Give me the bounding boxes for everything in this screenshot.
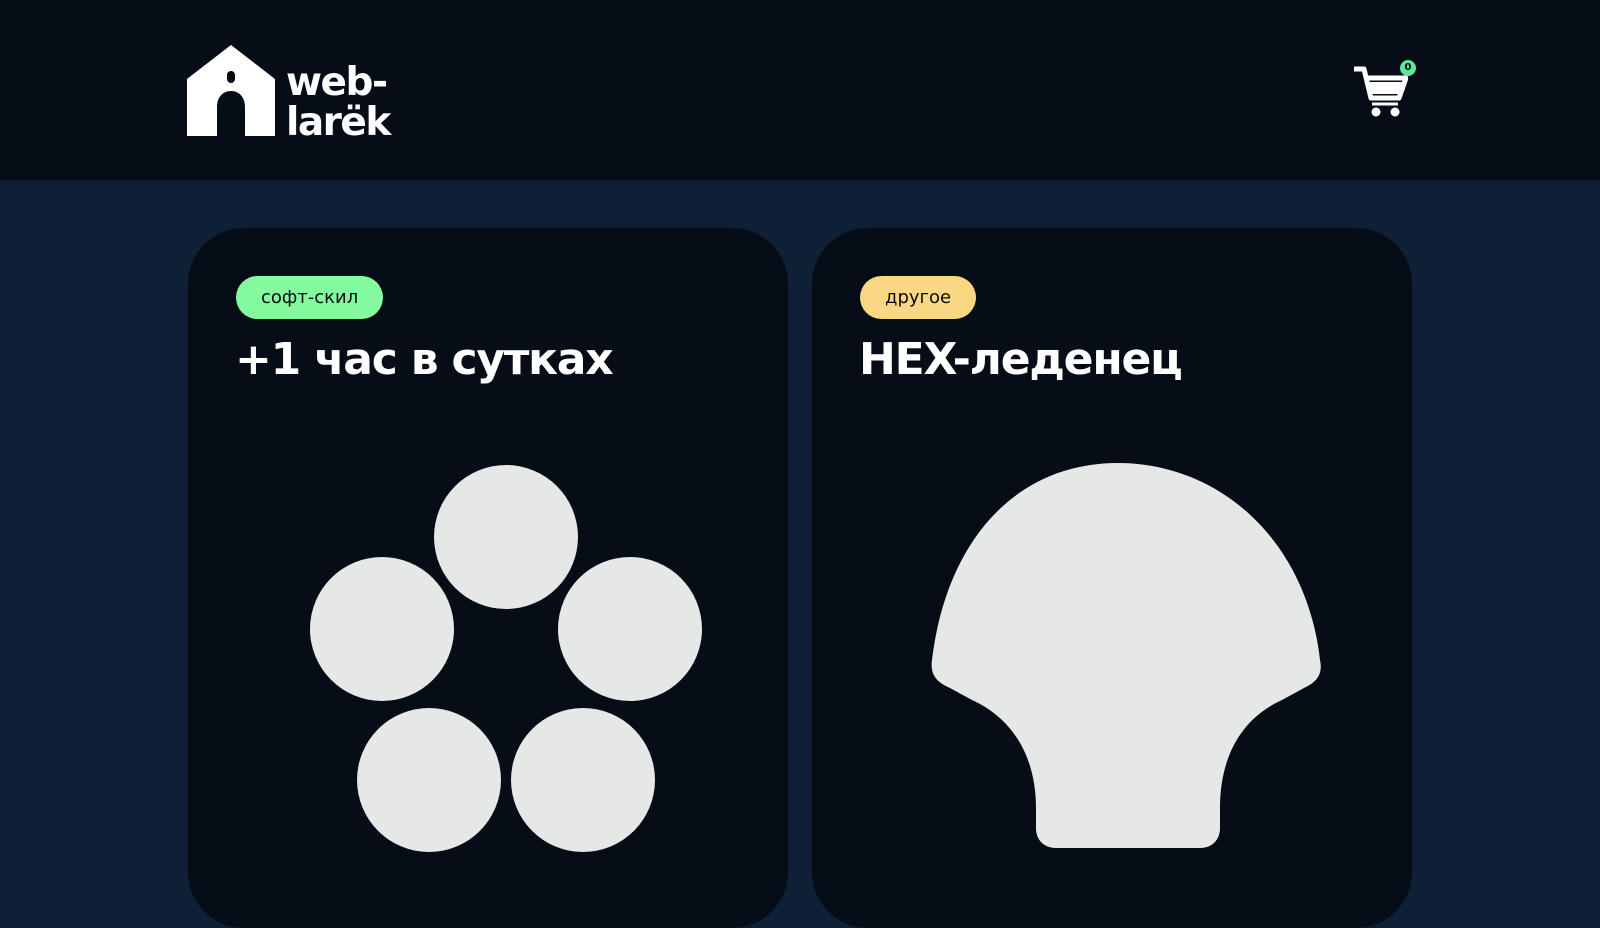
site-header: web- larёk 0: [0, 0, 1600, 180]
product-card[interactable]: софт-скил +1 час в сутках: [188, 228, 788, 928]
cart-button[interactable]: 0: [1354, 58, 1420, 120]
logo-line-2: larёk: [286, 100, 391, 145]
logo-text: web- larёk: [286, 60, 391, 145]
house-icon: [187, 45, 275, 136]
shopping-cart-icon: [1354, 66, 1408, 117]
product-gallery: софт-скил +1 час в сутках другое HEX-лед…: [188, 228, 1413, 928]
cart-counter: 0: [1400, 60, 1416, 76]
lollipop-shell-icon: [931, 463, 1321, 848]
logo[interactable]: web- larёk: [187, 45, 397, 143]
product-card[interactable]: другое HEX-леденец: [812, 228, 1412, 928]
logo-line-1: web-: [286, 60, 388, 105]
five-circles-icon: [310, 465, 702, 852]
